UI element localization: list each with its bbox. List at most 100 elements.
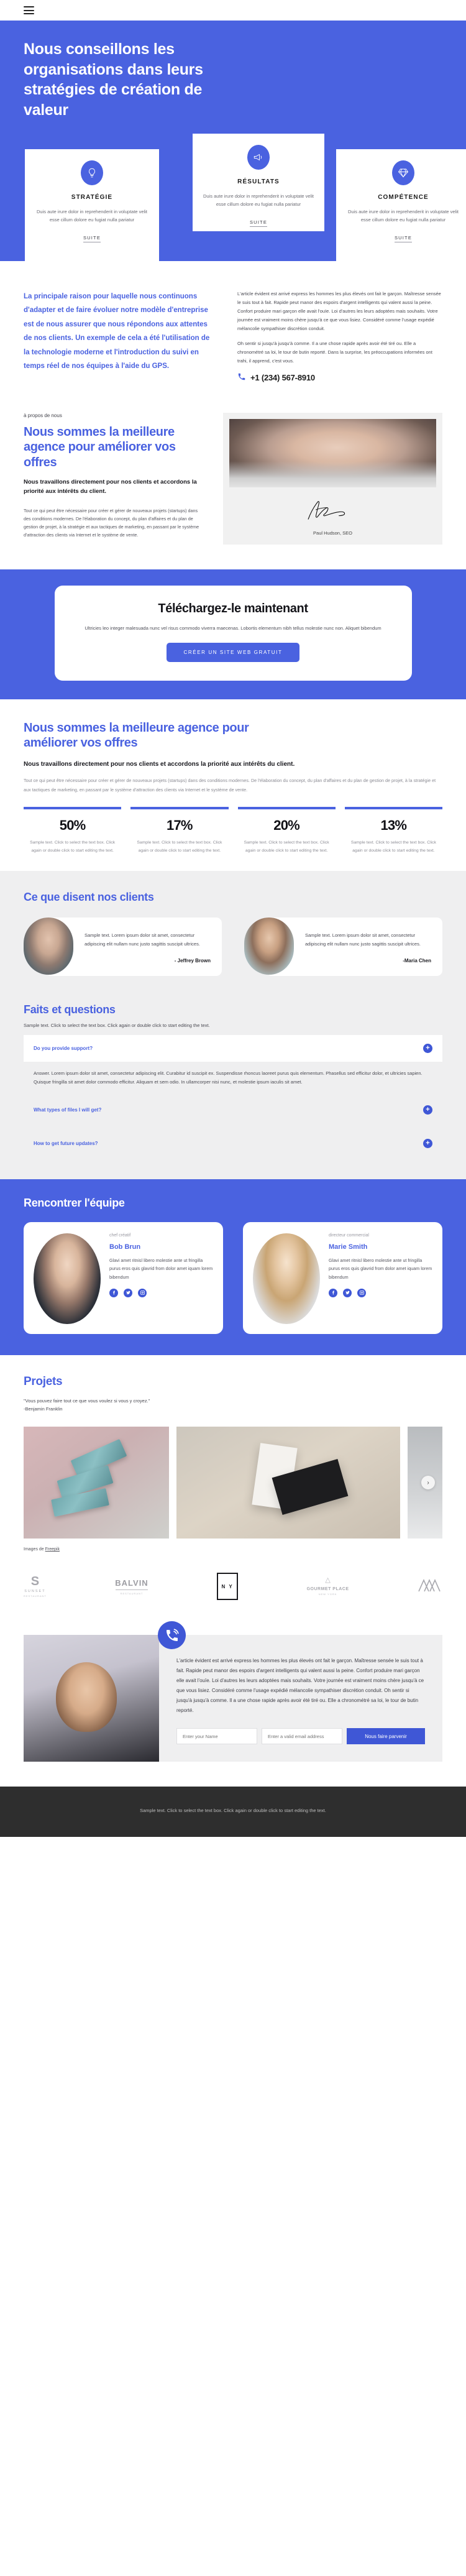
- testimonials-section: Ce que disent nos clients Sample text. L…: [0, 871, 466, 998]
- card-more-link[interactable]: SUITE: [394, 235, 413, 243]
- project-image-book-covers[interactable]: [24, 1427, 169, 1539]
- facebook-icon[interactable]: [109, 1288, 118, 1297]
- credit-link[interactable]: Freepik: [45, 1547, 60, 1552]
- stat-item: 20% Sample text. Click to select the tex…: [237, 807, 336, 855]
- avatar: [24, 918, 73, 975]
- instagram-icon[interactable]: [357, 1288, 366, 1297]
- faq-item-updates[interactable]: How to get future updates? +: [24, 1130, 442, 1157]
- logo-sub: RESTAURANT: [24, 1594, 47, 1598]
- logo-mark: S: [30, 1575, 40, 1589]
- team-section: Rencontrer l'équipe chef créatif Bob Bru…: [0, 1179, 466, 1355]
- testimonial-text: Sample text. Lorem ipsum dolor sit amet,…: [305, 932, 421, 947]
- faq-item-support[interactable]: Do you provide support? +: [24, 1034, 442, 1062]
- contact-panel: L'article évident est arrivé express les…: [24, 1621, 442, 1762]
- intro-body-column: L'article évident est arrivé express les…: [237, 290, 442, 383]
- projects-gallery: ›: [24, 1427, 442, 1539]
- logo-mark: BALVIN: [115, 1578, 148, 1588]
- megaphone-icon: [247, 145, 270, 170]
- name-input[interactable]: [176, 1728, 257, 1745]
- email-input[interactable]: [262, 1728, 342, 1745]
- stat-text: Sample text. Click to select the text bo…: [30, 840, 116, 853]
- intro-paragraph-1: L'article évident est arrivé express les…: [237, 291, 441, 331]
- faq-item-file-types[interactable]: What types of files I will get? +: [24, 1097, 442, 1123]
- testimonials-title: Ce que disent nos clients: [24, 891, 154, 904]
- card-title: COMPÉTENCE: [378, 194, 429, 201]
- dome-icon: △: [325, 1576, 331, 1585]
- logo-rule: [115, 1589, 148, 1591]
- signature-block: Paul Hudson, SEO: [229, 487, 436, 536]
- testimonial-text: Sample text. Lorem ipsum dolor sit amet,…: [85, 932, 200, 947]
- contact-photo: [24, 1635, 159, 1762]
- logo-gourmet-place: △ GOURMET PLACE NEW YORK: [307, 1577, 349, 1596]
- page-root: Nous conseillons les organisations dans …: [0, 0, 466, 1838]
- service-card-strategie[interactable]: STRATÉGIE Duis aute irure dolor in repre…: [25, 149, 159, 261]
- card-more-link[interactable]: SUITE: [249, 219, 268, 228]
- twitter-icon[interactable]: [343, 1288, 352, 1297]
- stat-value: 17%: [167, 817, 193, 834]
- phone-icon: [237, 372, 246, 383]
- lightbulb-icon: [81, 160, 103, 185]
- contact-section: L'article évident est arrivé express les…: [0, 1621, 466, 1787]
- twitter-icon[interactable]: [124, 1288, 132, 1297]
- instagram-icon[interactable]: [138, 1288, 147, 1297]
- team-row: chef créatif Bob Brun Glavi amet ritnisl…: [24, 1221, 442, 1334]
- top-navigation-bar: [0, 0, 466, 21]
- intro-section: La principale raison pour laquelle nous …: [0, 261, 466, 402]
- about-portrait-image: [229, 419, 436, 487]
- faq-answer: Answer. Lorem ipsum dolor sit amet, cons…: [34, 1070, 423, 1085]
- plus-icon[interactable]: +: [423, 1138, 432, 1148]
- credit-prefix: Images de: [24, 1547, 45, 1552]
- testimonial-item: Sample text. Lorem ipsum dolor sit amet,…: [24, 918, 222, 976]
- logo-name: SUNSET: [24, 1589, 46, 1594]
- projects-section: Projets "Vous pouvez faire tout ce que v…: [0, 1355, 466, 1552]
- card-text: Duis aute irure dolor in reprehenderit i…: [36, 209, 147, 223]
- team-member-bio: Glavi amet ritnisl libero molestie ante …: [109, 1257, 213, 1280]
- faq-question: How to get future updates?: [34, 1140, 98, 1146]
- intro-paragraph-2: Oh sentir si jusqu'à jusqu'à comme. Il a…: [237, 341, 432, 364]
- cta-text: Ultricies leo integer malesuada nunc vel…: [85, 625, 381, 631]
- card-more-link[interactable]: SUITE: [83, 235, 101, 243]
- stat-bar: [344, 807, 442, 810]
- facebook-icon[interactable]: [329, 1288, 337, 1297]
- faq-question: Do you provide support?: [34, 1045, 93, 1051]
- hero-title: Nous conseillons les organisations dans …: [24, 40, 203, 119]
- plus-icon[interactable]: +: [423, 1105, 432, 1115]
- stat-text: Sample text. Click to select the text bo…: [137, 840, 222, 853]
- stat-text: Sample text. Click to select the text bo…: [244, 840, 329, 853]
- contact-text: L'article évident est arrivé express les…: [176, 1658, 424, 1714]
- about-text-column: à propos de nous Nous sommes la meilleur…: [24, 413, 201, 545]
- signature-name: Paul Hudson, SEO: [313, 530, 352, 536]
- plus-icon[interactable]: +: [423, 1043, 432, 1053]
- about-lead: Nous travaillons directement pour nos cl…: [24, 479, 197, 495]
- faq-subtitle: Sample text. Click to select the text bo…: [24, 1022, 210, 1028]
- intro-lead-text: La principale raison pour laquelle nous …: [24, 293, 210, 370]
- hero-cards: STRATÉGIE Duis aute irure dolor in repre…: [24, 134, 466, 261]
- logo-name: RESTAURANT: [120, 1592, 144, 1596]
- stats-body: Tout ce qui peut être nécessaire pour cr…: [24, 778, 436, 793]
- phone-contact[interactable]: +1 (234) 567-8910: [237, 372, 442, 383]
- project-image-business-cards[interactable]: [176, 1427, 400, 1539]
- testimonials-row: Sample text. Lorem ipsum dolor sit amet,…: [24, 918, 442, 976]
- about-kicker: à propos de nous: [24, 413, 62, 418]
- service-card-competence[interactable]: COMPÉTENCE Duis aute irure dolor in repr…: [336, 149, 466, 261]
- client-logos-section: S SUNSET RESTAURANT BALVIN RESTAURANT N …: [0, 1552, 466, 1623]
- stats-section: Nous sommes la meilleure agence pour amé…: [0, 699, 466, 872]
- create-website-button[interactable]: CRÉER UN SITE WEB GRATUIT: [166, 643, 300, 662]
- service-card-resultats[interactable]: RÉSULTATS Duis aute irure dolor in repre…: [193, 134, 324, 231]
- submit-button[interactable]: Nous faire parvenir: [347, 1728, 425, 1745]
- team-member-photo: [34, 1233, 101, 1324]
- team-member-role: directeur commercial: [329, 1233, 369, 1238]
- avatar: [244, 918, 294, 975]
- social-links: [329, 1288, 432, 1297]
- logo-ny: N Y: [217, 1573, 239, 1601]
- logo-mark: GOURMET PLACE: [306, 1587, 349, 1592]
- faq-section: Faits et questions Sample text. Click to…: [0, 998, 466, 1179]
- footer-text: Sample text. Click to select the text bo…: [140, 1808, 326, 1814]
- next-arrow-icon[interactable]: ›: [421, 1476, 435, 1490]
- contact-form: Nous faire parvenir: [176, 1728, 425, 1745]
- logo-sunset: S SUNSET RESTAURANT: [24, 1575, 47, 1598]
- hero-section: Nous conseillons les organisations dans …: [0, 21, 466, 261]
- phone-number: +1 (234) 567-8910: [250, 373, 315, 382]
- card-title: RÉSULTATS: [237, 178, 280, 185]
- hamburger-menu-icon[interactable]: [24, 6, 34, 14]
